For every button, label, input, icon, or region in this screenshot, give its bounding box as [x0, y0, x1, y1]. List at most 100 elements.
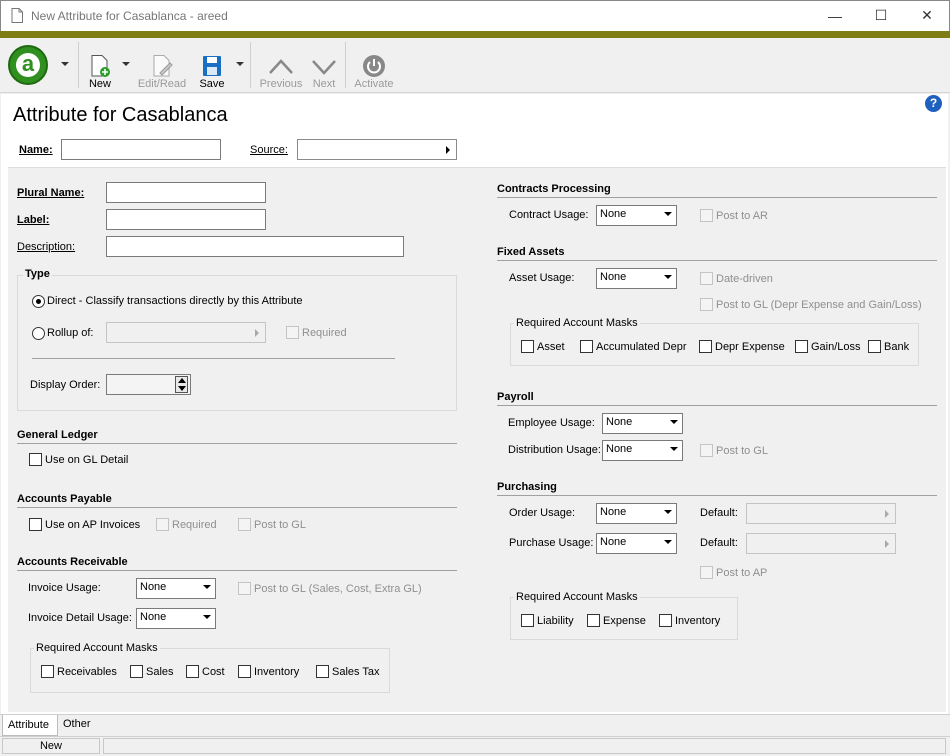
toolbar-separator	[250, 42, 251, 88]
use-on-ap-invoices-label: Use on AP Invoices	[45, 519, 141, 531]
fa-post-to-gl-checkbox[interactable]	[700, 298, 713, 311]
display-order-stepper[interactable]	[106, 374, 191, 395]
rollup-radio[interactable]	[32, 327, 45, 340]
fa-masks-title: Required Account Masks	[514, 317, 640, 329]
fa-mask-accumulated-depr-checkbox[interactable]	[580, 340, 593, 353]
rollup-picker[interactable]	[106, 322, 266, 343]
previous-label: Previous	[259, 78, 303, 90]
post-to-ap-checkbox[interactable]	[700, 566, 713, 579]
payroll-post-to-gl-label: Post to GL	[716, 445, 768, 457]
app-menu-chevron-icon[interactable]	[61, 62, 69, 66]
new-button[interactable]: New	[84, 44, 116, 90]
name-input[interactable]	[61, 139, 221, 160]
tab-other-label: Other	[63, 718, 91, 730]
ap-post-to-gl-label: Post to GL	[254, 519, 306, 531]
chevron-down-icon	[664, 540, 672, 544]
purchase-usage-select[interactable]: None	[596, 533, 677, 554]
use-on-gl-detail-checkbox[interactable]	[29, 453, 42, 466]
plural-name-input[interactable]	[106, 182, 266, 203]
purchase-default-picker[interactable]	[746, 533, 896, 554]
tab-attribute[interactable]: Attribute	[2, 715, 58, 736]
order-default-picker[interactable]	[746, 503, 896, 524]
fa-mask-bank-checkbox[interactable]	[868, 340, 881, 353]
ar-mask-sales-checkbox[interactable]	[130, 665, 143, 678]
previous-button[interactable]: Previous	[258, 44, 304, 90]
chevron-down-icon	[203, 615, 211, 619]
chevron-down-icon	[664, 275, 672, 279]
chevron-down-icon	[670, 447, 678, 451]
fa-mask-accumulated-depr-label: Accumulated Depr	[596, 341, 687, 353]
description-label: Description:	[17, 241, 75, 253]
source-picker[interactable]	[297, 139, 457, 160]
asset-usage-select[interactable]: None	[596, 268, 677, 289]
save-button[interactable]: Save	[196, 44, 228, 90]
ap-post-to-gl-checkbox[interactable]	[238, 518, 251, 531]
tab-other[interactable]: Other	[58, 714, 100, 735]
new-menu-chevron-icon[interactable]	[122, 62, 130, 66]
pur-mask-expense-checkbox[interactable]	[587, 614, 600, 627]
app-menu-button[interactable]: a	[8, 45, 48, 85]
help-icon[interactable]: ?	[925, 95, 942, 112]
bottom-tab-strip	[0, 714, 950, 736]
payroll-post-to-gl-checkbox[interactable]	[700, 444, 713, 457]
source-label-text: Source:	[250, 144, 288, 156]
rollup-required-checkbox[interactable]	[286, 326, 299, 339]
ar-post-to-gl-checkbox[interactable]	[238, 582, 251, 595]
description-input[interactable]	[106, 236, 404, 257]
label-input[interactable]	[106, 209, 266, 230]
ar-mask-cost-checkbox[interactable]	[186, 665, 199, 678]
contracts-divider	[497, 197, 937, 198]
fa-mask-depr-expense-checkbox[interactable]	[699, 340, 712, 353]
save-button-label: Save	[199, 78, 225, 90]
activate-button[interactable]: Activate	[350, 44, 398, 90]
chevron-down-icon	[664, 212, 672, 216]
direct-radio[interactable]	[32, 295, 45, 308]
display-order-label: Display Order:	[30, 379, 101, 391]
save-icon	[203, 56, 221, 76]
edit-document-icon	[153, 55, 173, 77]
chevron-down-icon	[312, 60, 336, 75]
minimize-button[interactable]: —	[812, 0, 858, 31]
asset-usage-label: Asset Usage:	[509, 272, 575, 284]
pur-mask-liability-checkbox[interactable]	[521, 614, 534, 627]
pur-mask-inventory-checkbox[interactable]	[659, 614, 672, 627]
invoice-detail-usage-select[interactable]: None	[136, 608, 216, 629]
distribution-usage-label: Distribution Usage:	[508, 444, 601, 456]
contract-usage-select[interactable]: None	[596, 205, 677, 226]
close-button[interactable]: ✕	[904, 0, 950, 31]
ar-mask-sales-tax-checkbox[interactable]	[316, 665, 329, 678]
distribution-usage-select[interactable]: None	[602, 440, 683, 461]
invoice-usage-label: Invoice Usage:	[28, 582, 101, 594]
post-to-ap-label: Post to AP	[716, 567, 768, 579]
new-document-icon	[91, 55, 110, 77]
label-label: Label:	[17, 214, 50, 226]
date-driven-checkbox[interactable]	[700, 272, 713, 285]
use-on-ap-invoices-checkbox[interactable]	[29, 518, 42, 531]
fa-mask-asset-checkbox[interactable]	[521, 340, 534, 353]
post-to-ar-checkbox[interactable]	[700, 209, 713, 222]
fa-mask-gain-loss-checkbox[interactable]	[795, 340, 808, 353]
source-picker-arrow-icon	[446, 146, 450, 154]
save-menu-chevron-icon[interactable]	[236, 62, 244, 66]
ar-mask-receivables-checkbox[interactable]	[41, 665, 54, 678]
pur-mask-liability-label: Liability	[537, 615, 574, 627]
order-usage-select[interactable]: None	[596, 503, 677, 524]
fa-mask-bank-label: Bank	[884, 341, 910, 353]
employee-usage-select[interactable]: None	[602, 413, 683, 434]
rollup-radio-label: Rollup of:	[47, 327, 94, 339]
ap-required-checkbox[interactable]	[156, 518, 169, 531]
purchase-usage-value: None	[600, 536, 627, 548]
payroll-divider	[497, 405, 937, 406]
ar-mask-sales-tax-label: Sales Tax	[332, 666, 380, 678]
ar-mask-inventory-checkbox[interactable]	[238, 665, 251, 678]
maximize-button[interactable]: ☐	[858, 0, 904, 31]
display-order-spin[interactable]	[175, 376, 188, 393]
spin-up-icon[interactable]	[178, 378, 186, 383]
employee-usage-label: Employee Usage:	[508, 417, 595, 429]
next-button[interactable]: Next	[306, 44, 342, 90]
status-message	[103, 738, 946, 754]
edit-read-button[interactable]: Edit/Read	[136, 44, 188, 90]
contract-usage-value: None	[600, 208, 627, 220]
spin-down-icon[interactable]	[178, 386, 186, 391]
invoice-usage-select[interactable]: None	[136, 578, 216, 599]
